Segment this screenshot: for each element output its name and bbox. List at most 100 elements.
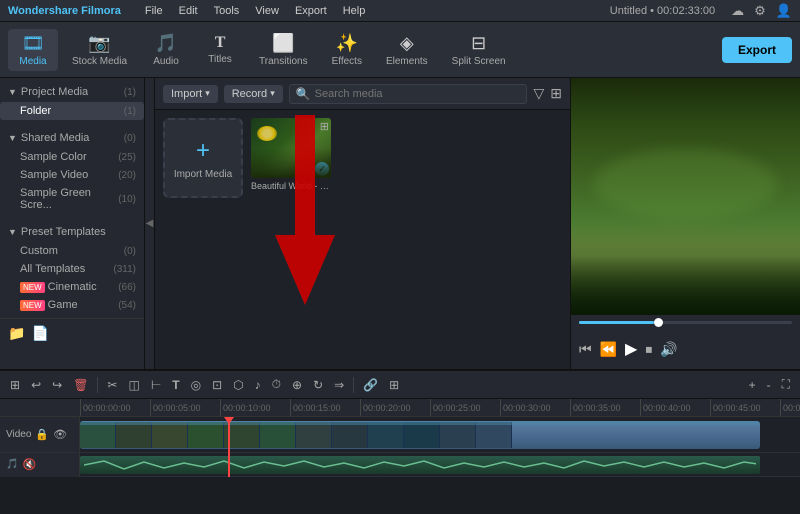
- filter-icon[interactable]: ▽: [533, 85, 544, 102]
- audio-icon: 🎵: [155, 33, 177, 54]
- menu-export[interactable]: Export: [295, 5, 327, 17]
- tl-snap-button[interactable]: 🔗: [359, 376, 382, 394]
- preview-progress[interactable]: [579, 321, 792, 324]
- sidebar-section-shared-media: ▼ Shared Media (0) Sample Color (25) Sam…: [0, 124, 144, 218]
- sidebar-item-game[interactable]: NEW Game (54): [0, 296, 144, 314]
- media-toolbar-right: ▽ ⊞: [533, 85, 562, 102]
- tl-separator-2: [353, 377, 354, 393]
- stock-media-icon: 📷: [88, 33, 110, 54]
- tool-elements[interactable]: ◈ Elements: [376, 29, 438, 71]
- ruler-mark-3: 00:00:15:00: [290, 399, 360, 416]
- record-label: Record: [232, 88, 267, 100]
- thumb-strip-10: [440, 422, 476, 448]
- video-track-content[interactable]: [80, 417, 800, 452]
- audio-mute-icon[interactable]: 🔇: [22, 458, 36, 471]
- tool-media[interactable]: 🎞 Media: [8, 29, 58, 71]
- add-folder-icon[interactable]: 📁: [8, 325, 25, 342]
- thumb-strip-1: [116, 422, 152, 448]
- audio-waveform: [84, 459, 756, 471]
- tool-stock-media[interactable]: 📷 Stock Media: [62, 29, 137, 71]
- audio-track-content[interactable]: [80, 453, 800, 476]
- sidebar-shared-media-header[interactable]: ▼ Shared Media (0): [0, 128, 144, 148]
- sidebar-preset-templates-header[interactable]: ▼ Preset Templates: [0, 222, 144, 242]
- preview-play-button[interactable]: ▶: [625, 339, 637, 359]
- media-icon: 🎞: [22, 33, 45, 54]
- sidebar-item-sample-color[interactable]: Sample Color (25): [0, 148, 144, 166]
- audio-clip[interactable]: [80, 456, 760, 474]
- preview-volume-button[interactable]: 🔊: [660, 341, 677, 358]
- settings-icon[interactable]: ⚙: [754, 3, 766, 19]
- tl-fullscreen-button[interactable]: ⛶: [778, 375, 794, 394]
- menu-help[interactable]: Help: [343, 5, 366, 17]
- sidebar-item-cinematic[interactable]: NEW Cinematic (66): [0, 278, 144, 296]
- sidebar-item-all-templates[interactable]: All Templates (311): [0, 260, 144, 278]
- import-media-button[interactable]: + Import Media: [163, 118, 243, 198]
- tl-audio-button[interactable]: ♪: [251, 376, 265, 394]
- search-input[interactable]: [315, 88, 521, 100]
- sidebar-item-folder[interactable]: Folder (1): [0, 102, 144, 120]
- track-top-bar: [80, 421, 760, 425]
- new-item-icon[interactable]: 📄: [31, 325, 48, 342]
- tl-cut-button[interactable]: ✂: [103, 376, 121, 394]
- tl-keyframe-button[interactable]: ◎: [187, 376, 205, 394]
- tl-redo-button[interactable]: ↪: [48, 376, 66, 394]
- preview-progress-knob[interactable]: [654, 318, 663, 327]
- tool-titles[interactable]: T Titles: [195, 30, 245, 69]
- sidebar-preset-templates-label: Preset Templates: [21, 226, 106, 238]
- menu-edit[interactable]: Edit: [179, 5, 198, 17]
- tl-delete-button[interactable]: 🗑: [69, 376, 92, 394]
- tl-zoom-out-button[interactable]: -: [763, 376, 775, 394]
- menu-file[interactable]: File: [145, 5, 163, 17]
- ruler-mark-8: 00:00:40:00: [640, 399, 710, 416]
- sidebar-collapse-handle[interactable]: ◀: [145, 78, 155, 369]
- preview-step-back-button[interactable]: ⏪: [600, 341, 617, 358]
- tl-speed-button[interactable]: ⏱: [268, 375, 285, 394]
- tl-color-button[interactable]: ⬡: [229, 376, 247, 394]
- sidebar-item-sample-video[interactable]: Sample Video (20): [0, 166, 144, 184]
- tl-crop-button[interactable]: ⊡: [208, 376, 226, 394]
- account-icon[interactable]: 👤: [776, 3, 792, 19]
- track-eye-icon[interactable]: 👁: [53, 428, 67, 441]
- grid-icon[interactable]: ⊞: [550, 85, 562, 102]
- cloud-icon[interactable]: ☁: [731, 3, 744, 19]
- preview-stop-button[interactable]: ⏹: [645, 341, 652, 358]
- tool-audio[interactable]: 🎵 Audio: [141, 29, 191, 71]
- tool-effects[interactable]: ✨ Effects: [322, 29, 372, 71]
- video-clip[interactable]: [80, 421, 760, 449]
- track-lock-icon[interactable]: 🔒: [35, 428, 49, 441]
- tl-stabilize-button[interactable]: ⊕: [288, 376, 306, 394]
- folder-badge: (1): [124, 106, 136, 117]
- new-tag-cinematic: NEW: [20, 282, 45, 293]
- tool-split-screen[interactable]: ⊟ Split Screen: [442, 29, 516, 71]
- sidebar-item-sample-green[interactable]: Sample Green Scre... (10): [0, 184, 144, 214]
- tl-text-button[interactable]: T: [168, 376, 183, 394]
- tl-select-tool[interactable]: ⊞: [6, 376, 24, 394]
- tl-link-button[interactable]: ⊞: [385, 376, 403, 394]
- menu-tools[interactable]: Tools: [214, 5, 240, 17]
- split-screen-icon: ⊟: [471, 33, 486, 54]
- record-button[interactable]: Record ▾: [224, 85, 283, 103]
- tl-more-button[interactable]: ⇒: [330, 376, 348, 394]
- timeline-toolbar: ⊞ ↩ ↪ 🗑 ✂ ◫ ⊢ T ◎ ⊡ ⬡ ♪ ⏱ ⊕ ↻ ⇒ 🔗 ⊞ + - …: [0, 371, 800, 399]
- import-button[interactable]: Import ▾: [163, 85, 218, 103]
- preview-skip-back-button[interactable]: ⏮: [579, 341, 592, 358]
- thumb-strip-9: [404, 422, 440, 448]
- media-thumb-beautiful-world[interactable]: ⊞ ✓ Beautiful World - Wild A...: [251, 118, 331, 198]
- tl-undo-button[interactable]: ↩: [27, 376, 45, 394]
- tool-elements-label: Elements: [386, 56, 428, 67]
- tl-trim-button[interactable]: ⊢: [147, 376, 165, 394]
- sidebar-project-media-header[interactable]: ▼ Project Media (1): [0, 82, 144, 102]
- search-box[interactable]: 🔍: [289, 84, 528, 104]
- tl-ai-button[interactable]: ↻: [309, 376, 327, 394]
- preview-progress-bar[interactable]: [571, 315, 800, 329]
- export-button[interactable]: Export: [722, 37, 792, 63]
- timeline: ⊞ ↩ ↪ 🗑 ✂ ◫ ⊢ T ◎ ⊡ ⬡ ♪ ⏱ ⊕ ↻ ⇒ 🔗 ⊞ + - …: [0, 369, 800, 514]
- app-name: Wondershare Filmora: [8, 5, 121, 17]
- sidebar-item-custom[interactable]: Custom (0): [0, 242, 144, 260]
- timeline-tracks: 00:00:00:00 00:00:05:00 00:00:10:00 00:0…: [0, 399, 800, 514]
- tl-zoom-in-button[interactable]: +: [745, 376, 760, 394]
- tool-transitions[interactable]: ⬜ Transitions: [249, 29, 318, 71]
- ruler-mark-0: 00:00:00:00: [80, 399, 150, 416]
- menu-view[interactable]: View: [255, 5, 279, 17]
- tl-split-button[interactable]: ◫: [124, 376, 143, 394]
